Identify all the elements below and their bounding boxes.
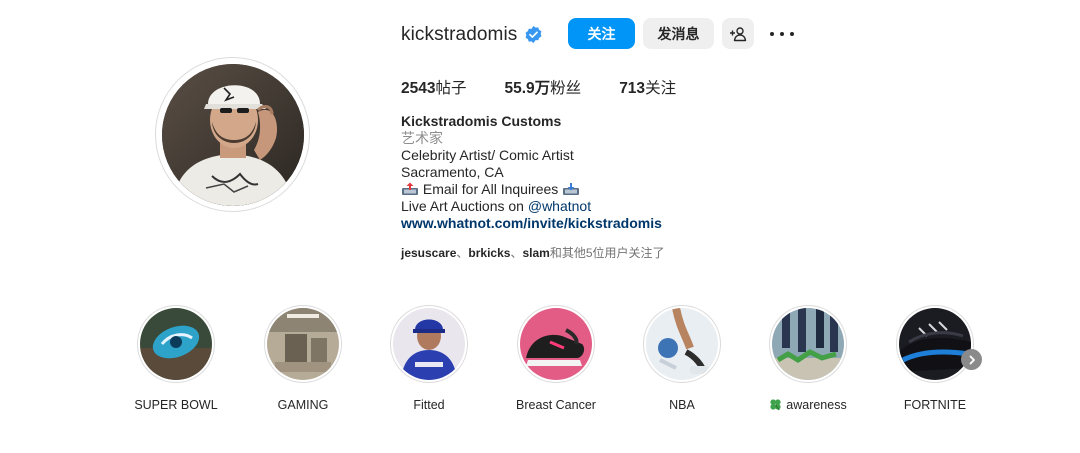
highlight-nba[interactable]: NBA: [627, 305, 737, 412]
website-link[interactable]: www.whatnot.com/invite/kickstradomis: [401, 215, 662, 232]
separator: 、: [510, 246, 523, 260]
posts-label: 帖子: [435, 80, 467, 97]
highlight-ring: [390, 305, 468, 383]
highlight-label: FORTNITE: [903, 398, 967, 412]
more-options-icon[interactable]: [770, 24, 794, 44]
highlight-super-bowl[interactable]: SUPER BOWL: [121, 305, 231, 412]
highlight-thumbnail: [772, 308, 844, 380]
outbox-tray-icon: [402, 182, 418, 195]
follower-user-2[interactable]: brkicks: [468, 246, 510, 260]
highlight-ring: [643, 305, 721, 383]
add-user-button[interactable]: [722, 18, 754, 49]
follower-user-1[interactable]: jesuscare: [401, 246, 456, 260]
followers-count[interactable]: 55.9万 粉丝: [505, 76, 582, 98]
bio-email-text: Email for All Inquirees: [419, 181, 563, 197]
highlight-thumbnail: [267, 308, 339, 380]
highlight-label: GAMING: [277, 398, 329, 412]
highlight-label: SUPER BOWL: [134, 398, 218, 412]
following-value: 713: [619, 80, 646, 97]
highlight-thumbnail: [393, 308, 465, 380]
followed-by-text[interactable]: jesuscare、brkicks、slam和其他5位用户关注了: [401, 244, 665, 261]
bio-email-line: Email for All Inquirees: [401, 181, 662, 198]
username: kickstradomis: [401, 24, 518, 45]
following-label: 关注: [645, 80, 677, 97]
highlights-next-button[interactable]: [961, 349, 982, 370]
highlight-ring: [137, 305, 215, 383]
highlight-label-text: awareness: [786, 398, 847, 412]
four-leaf-clover-icon: [770, 399, 781, 411]
followed-by-suffix: 和其他5位用户关注了: [549, 246, 665, 260]
highlight-ring: [517, 305, 595, 383]
avatar-image: [161, 63, 304, 206]
separator: 、: [456, 246, 469, 260]
posts-count[interactable]: 2543 帖子: [401, 76, 467, 98]
full-name: Kickstradomis Customs: [401, 113, 562, 129]
profile-stats: 2543 帖子 55.9万 粉丝 713 关注: [401, 76, 676, 98]
highlight-breast-cancer[interactable]: Breast Cancer: [501, 305, 611, 412]
followers-label: 粉丝: [550, 80, 582, 97]
highlight-thumbnail: [520, 308, 592, 380]
highlight-label: awareness: [753, 398, 863, 412]
posts-value: 2543: [401, 80, 436, 97]
highlight-fitted[interactable]: Fitted: [374, 305, 484, 412]
add-user-icon: [730, 26, 747, 41]
highlight-gaming[interactable]: GAMING: [248, 305, 358, 412]
following-count[interactable]: 713 关注: [619, 76, 676, 98]
highlight-thumbnail: [140, 308, 212, 380]
inbox-tray-icon: [563, 183, 580, 195]
highlight-label: Fitted: [413, 398, 445, 412]
highlight-label: Breast Cancer: [516, 398, 596, 412]
bio-auction-text: Live Art Auctions on: [401, 198, 528, 214]
bio-line: Celebrity Artist/ Comic Artist: [401, 147, 574, 163]
highlight-thumbnail: [646, 308, 718, 380]
profile-bio: Kickstradomis Customs 艺术家 Celebrity Arti…: [401, 113, 662, 232]
profile-avatar[interactable]: [155, 57, 310, 212]
category-label: 艺术家: [401, 130, 443, 146]
profile-page: kickstradomis 关注 发消息 2543 帖子 55.9万 粉丝 71…: [0, 0, 1080, 453]
highlight-label: NBA: [669, 398, 695, 412]
follower-user-3[interactable]: slam: [522, 246, 549, 260]
bio-location: Sacramento, CA: [401, 164, 504, 180]
highlight-ring: [264, 305, 342, 383]
message-button[interactable]: 发消息: [643, 18, 714, 49]
chevron-right-icon: [969, 355, 975, 364]
highlight-ring: [769, 305, 847, 383]
verified-badge-icon: [525, 25, 542, 44]
followers-value: 55.9万: [504, 80, 551, 97]
bio-auction-line: Live Art Auctions on @whatnot: [401, 198, 662, 215]
highlight-thumbnail: [899, 308, 971, 380]
highlight-awareness[interactable]: awareness: [753, 305, 863, 412]
highlight-ring: [896, 305, 974, 383]
whatnot-mention-link[interactable]: @whatnot: [528, 198, 591, 214]
follow-button[interactable]: 关注: [568, 18, 635, 49]
